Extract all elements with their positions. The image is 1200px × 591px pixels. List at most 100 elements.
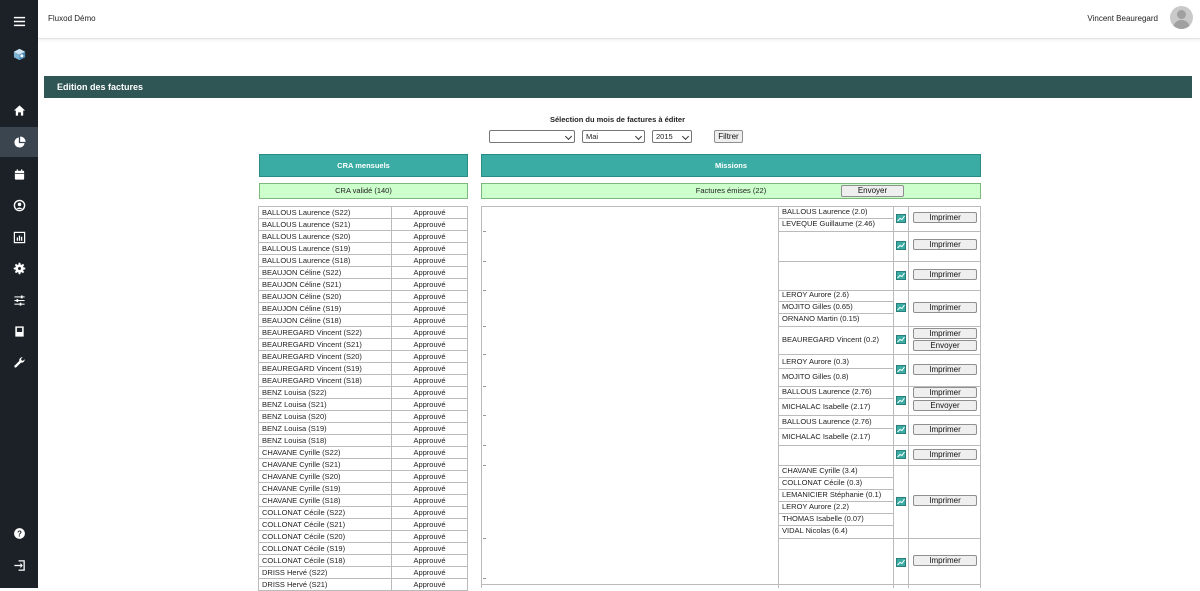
table-row[interactable]: BEAUJON Céline (S18)Approuvé	[259, 315, 468, 327]
cra-status: Approuvé	[392, 459, 468, 471]
table-row[interactable]: CHAVANE Cyrille (S19)Approuvé	[259, 483, 468, 495]
month-select[interactable]: Mai	[582, 130, 645, 143]
cra-employee: BENZ Louisa (S18)	[259, 435, 392, 447]
send-all-button[interactable]: Envoyer	[841, 185, 904, 197]
print-button[interactable]: Imprimer	[913, 239, 977, 250]
table-row[interactable]: BALLOUS Laurence (S22)Approuvé	[259, 207, 468, 219]
help-icon[interactable]: ?	[0, 522, 38, 544]
print-button[interactable]: Imprimer	[913, 212, 977, 223]
table-row[interactable]: BALLOUS Laurence (S21)Approuvé	[259, 219, 468, 231]
chart-icon[interactable]	[896, 497, 906, 506]
chart-icon[interactable]	[896, 365, 906, 374]
mission-employee: MICHALAC Isabelle (2.17)	[782, 402, 870, 411]
first-select[interactable]	[489, 130, 575, 143]
filter-button[interactable]: Filtrer	[714, 130, 743, 143]
print-button[interactable]: Imprimer	[913, 302, 977, 313]
chart-icon[interactable]	[896, 303, 906, 312]
chart-icon[interactable]	[896, 558, 906, 567]
year-select[interactable]: 2015	[652, 130, 692, 143]
column-divider	[893, 206, 894, 588]
bar-chart-icon[interactable]	[0, 226, 38, 248]
table-row[interactable]: BALLOUS Laurence (S19)Approuvé	[259, 243, 468, 255]
wrench-icon[interactable]	[0, 351, 38, 373]
home-icon[interactable]	[0, 99, 38, 121]
cra-status: Approuvé	[392, 303, 468, 315]
send-button[interactable]: Envoyer	[913, 400, 977, 411]
table-row[interactable]: BALLOUS Laurence (S18)Approuvé	[259, 255, 468, 267]
chart-icon[interactable]	[896, 214, 906, 223]
cra-employee: CHAVANE Cyrille (S18)	[259, 495, 392, 507]
chevron-down-icon	[565, 133, 572, 140]
cra-status: Approuvé	[392, 339, 468, 351]
table-row[interactable]: BEAUREGARD Vincent (S20)Approuvé	[259, 351, 468, 363]
row-tick	[483, 231, 486, 232]
table-row[interactable]: BEAUREGARD Vincent (S18)Approuvé	[259, 375, 468, 387]
table-row[interactable]: BENZ Louisa (S21)Approuvé	[259, 399, 468, 411]
table-row[interactable]: BEAUREGARD Vincent (S22)Approuvé	[259, 327, 468, 339]
table-row[interactable]: DRISS Hervé (S21)Approuvé	[259, 579, 468, 591]
mission-employee: LEROY Aurore (0.3)	[782, 357, 849, 366]
table-row[interactable]: BEAUJON Céline (S19)Approuvé	[259, 303, 468, 315]
sliders-icon[interactable]	[0, 289, 38, 311]
chart-icon[interactable]	[896, 425, 906, 434]
mission-employee: BALLOUS Laurence (2.76)	[782, 417, 872, 426]
print-button[interactable]: Imprimer	[913, 387, 977, 398]
print-button[interactable]: Imprimer	[913, 495, 977, 506]
table-row[interactable]: BEAUJON Céline (S22)Approuvé	[259, 267, 468, 279]
chart-icon[interactable]	[896, 271, 906, 280]
table-row[interactable]: BENZ Louisa (S18)Approuvé	[259, 435, 468, 447]
group-divider	[778, 326, 981, 327]
cra-employee: BEAUJON Céline (S18)	[259, 315, 392, 327]
user-name[interactable]: Vincent Beauregard	[1087, 14, 1158, 23]
cube-logo-icon[interactable]	[0, 43, 38, 65]
calendar-icon[interactable]	[0, 163, 38, 185]
gear-icon[interactable]	[0, 257, 38, 279]
table-row[interactable]: COLLONAT Cécile (S21)Approuvé	[259, 519, 468, 531]
cra-employee: BEAUREGARD Vincent (S19)	[259, 363, 392, 375]
cra-status: Approuvé	[392, 579, 468, 591]
chart-icon[interactable]	[896, 335, 906, 344]
print-button[interactable]: Imprimer	[913, 555, 977, 566]
cra-status: Approuvé	[392, 483, 468, 495]
menu-icon[interactable]	[0, 10, 38, 32]
logout-icon[interactable]	[0, 554, 38, 576]
table-row[interactable]: COLLONAT Cécile (S20)Approuvé	[259, 531, 468, 543]
table-row[interactable]: CHAVANE Cyrille (S18)Approuvé	[259, 495, 468, 507]
table-row[interactable]: COLLONAT Cécile (S22)Approuvé	[259, 507, 468, 519]
table-row[interactable]: BEAUJON Céline (S21)Approuvé	[259, 279, 468, 291]
table-row[interactable]: COLLONAT Cécile (S18)Approuvé	[259, 555, 468, 567]
print-button[interactable]: Imprimer	[913, 328, 977, 339]
table-row[interactable]: BEAUREGARD Vincent (S21)Approuvé	[259, 339, 468, 351]
table-row[interactable]: CHAVANE Cyrille (S22)Approuvé	[259, 447, 468, 459]
cra-status: Approuvé	[392, 279, 468, 291]
chart-icon[interactable]	[896, 241, 906, 250]
print-button[interactable]: Imprimer	[913, 269, 977, 280]
pie-chart-icon[interactable]	[0, 127, 38, 157]
print-button[interactable]: Imprimer	[913, 449, 977, 460]
table-row[interactable]: CHAVANE Cyrille (S21)Approuvé	[259, 459, 468, 471]
table-row[interactable]: CHAVANE Cyrille (S20)Approuvé	[259, 471, 468, 483]
cra-status: Approuvé	[392, 231, 468, 243]
table-row[interactable]: DRISS Hervé (S22)Approuvé	[259, 567, 468, 579]
cra-status: Approuvé	[392, 351, 468, 363]
table-row[interactable]: BEAUREGARD Vincent (S19)Approuvé	[259, 363, 468, 375]
table-row[interactable]: BALLOUS Laurence (S20)Approuvé	[259, 231, 468, 243]
cra-employee: COLLONAT Cécile (S20)	[259, 531, 392, 543]
bottom-divider	[481, 584, 981, 585]
print-button[interactable]: Imprimer	[913, 424, 977, 435]
table-row[interactable]: COLLONAT Cécile (S19)Approuvé	[259, 543, 468, 555]
print-button[interactable]: Imprimer	[913, 364, 977, 375]
chart-icon[interactable]	[896, 396, 906, 405]
user-circle-icon[interactable]	[0, 194, 38, 216]
table-row[interactable]: BENZ Louisa (S19)Approuvé	[259, 423, 468, 435]
missions-summary-bar: Factures émises (22)	[481, 183, 981, 199]
book-icon[interactable]	[0, 320, 38, 342]
table-row[interactable]: BEAUJON Céline (S20)Approuvé	[259, 291, 468, 303]
avatar[interactable]	[1170, 6, 1193, 29]
table-row[interactable]: BENZ Louisa (S20)Approuvé	[259, 411, 468, 423]
chart-icon[interactable]	[896, 450, 906, 459]
cra-status: Approuvé	[392, 495, 468, 507]
table-row[interactable]: BENZ Louisa (S22)Approuvé	[259, 387, 468, 399]
send-button[interactable]: Envoyer	[913, 340, 977, 351]
group-divider	[778, 415, 981, 416]
